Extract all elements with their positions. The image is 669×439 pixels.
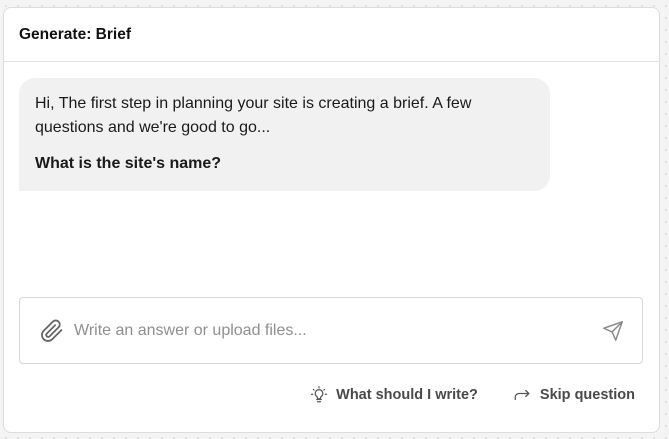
paperclip-icon[interactable] [38,317,66,345]
answer-composer [19,297,643,364]
skip-arrow-icon [512,386,532,404]
panel-header: Generate: Brief [4,8,659,62]
brief-generator-panel: Generate: Brief Hi, The first step in pl… [3,7,660,433]
lightbulb-icon [310,386,328,404]
answer-input[interactable] [74,321,598,340]
skip-question-button[interactable]: Skip question [512,386,635,404]
what-should-i-write-button[interactable]: What should I write? [310,386,478,404]
chat-area: Hi, The first step in planning your site… [4,62,659,292]
panel-title: Generate: Brief [19,25,131,43]
message-question: What is the site's name? [35,155,222,172]
skip-question-label: Skip question [539,387,635,403]
action-links: What should I write? Skip question [310,386,635,404]
send-icon[interactable] [598,316,628,346]
assistant-message: Hi, The first step in planning your site… [19,78,550,191]
message-intro: Hi, The first step in planning your site… [35,95,472,136]
what-should-i-write-label: What should I write? [336,387,478,403]
